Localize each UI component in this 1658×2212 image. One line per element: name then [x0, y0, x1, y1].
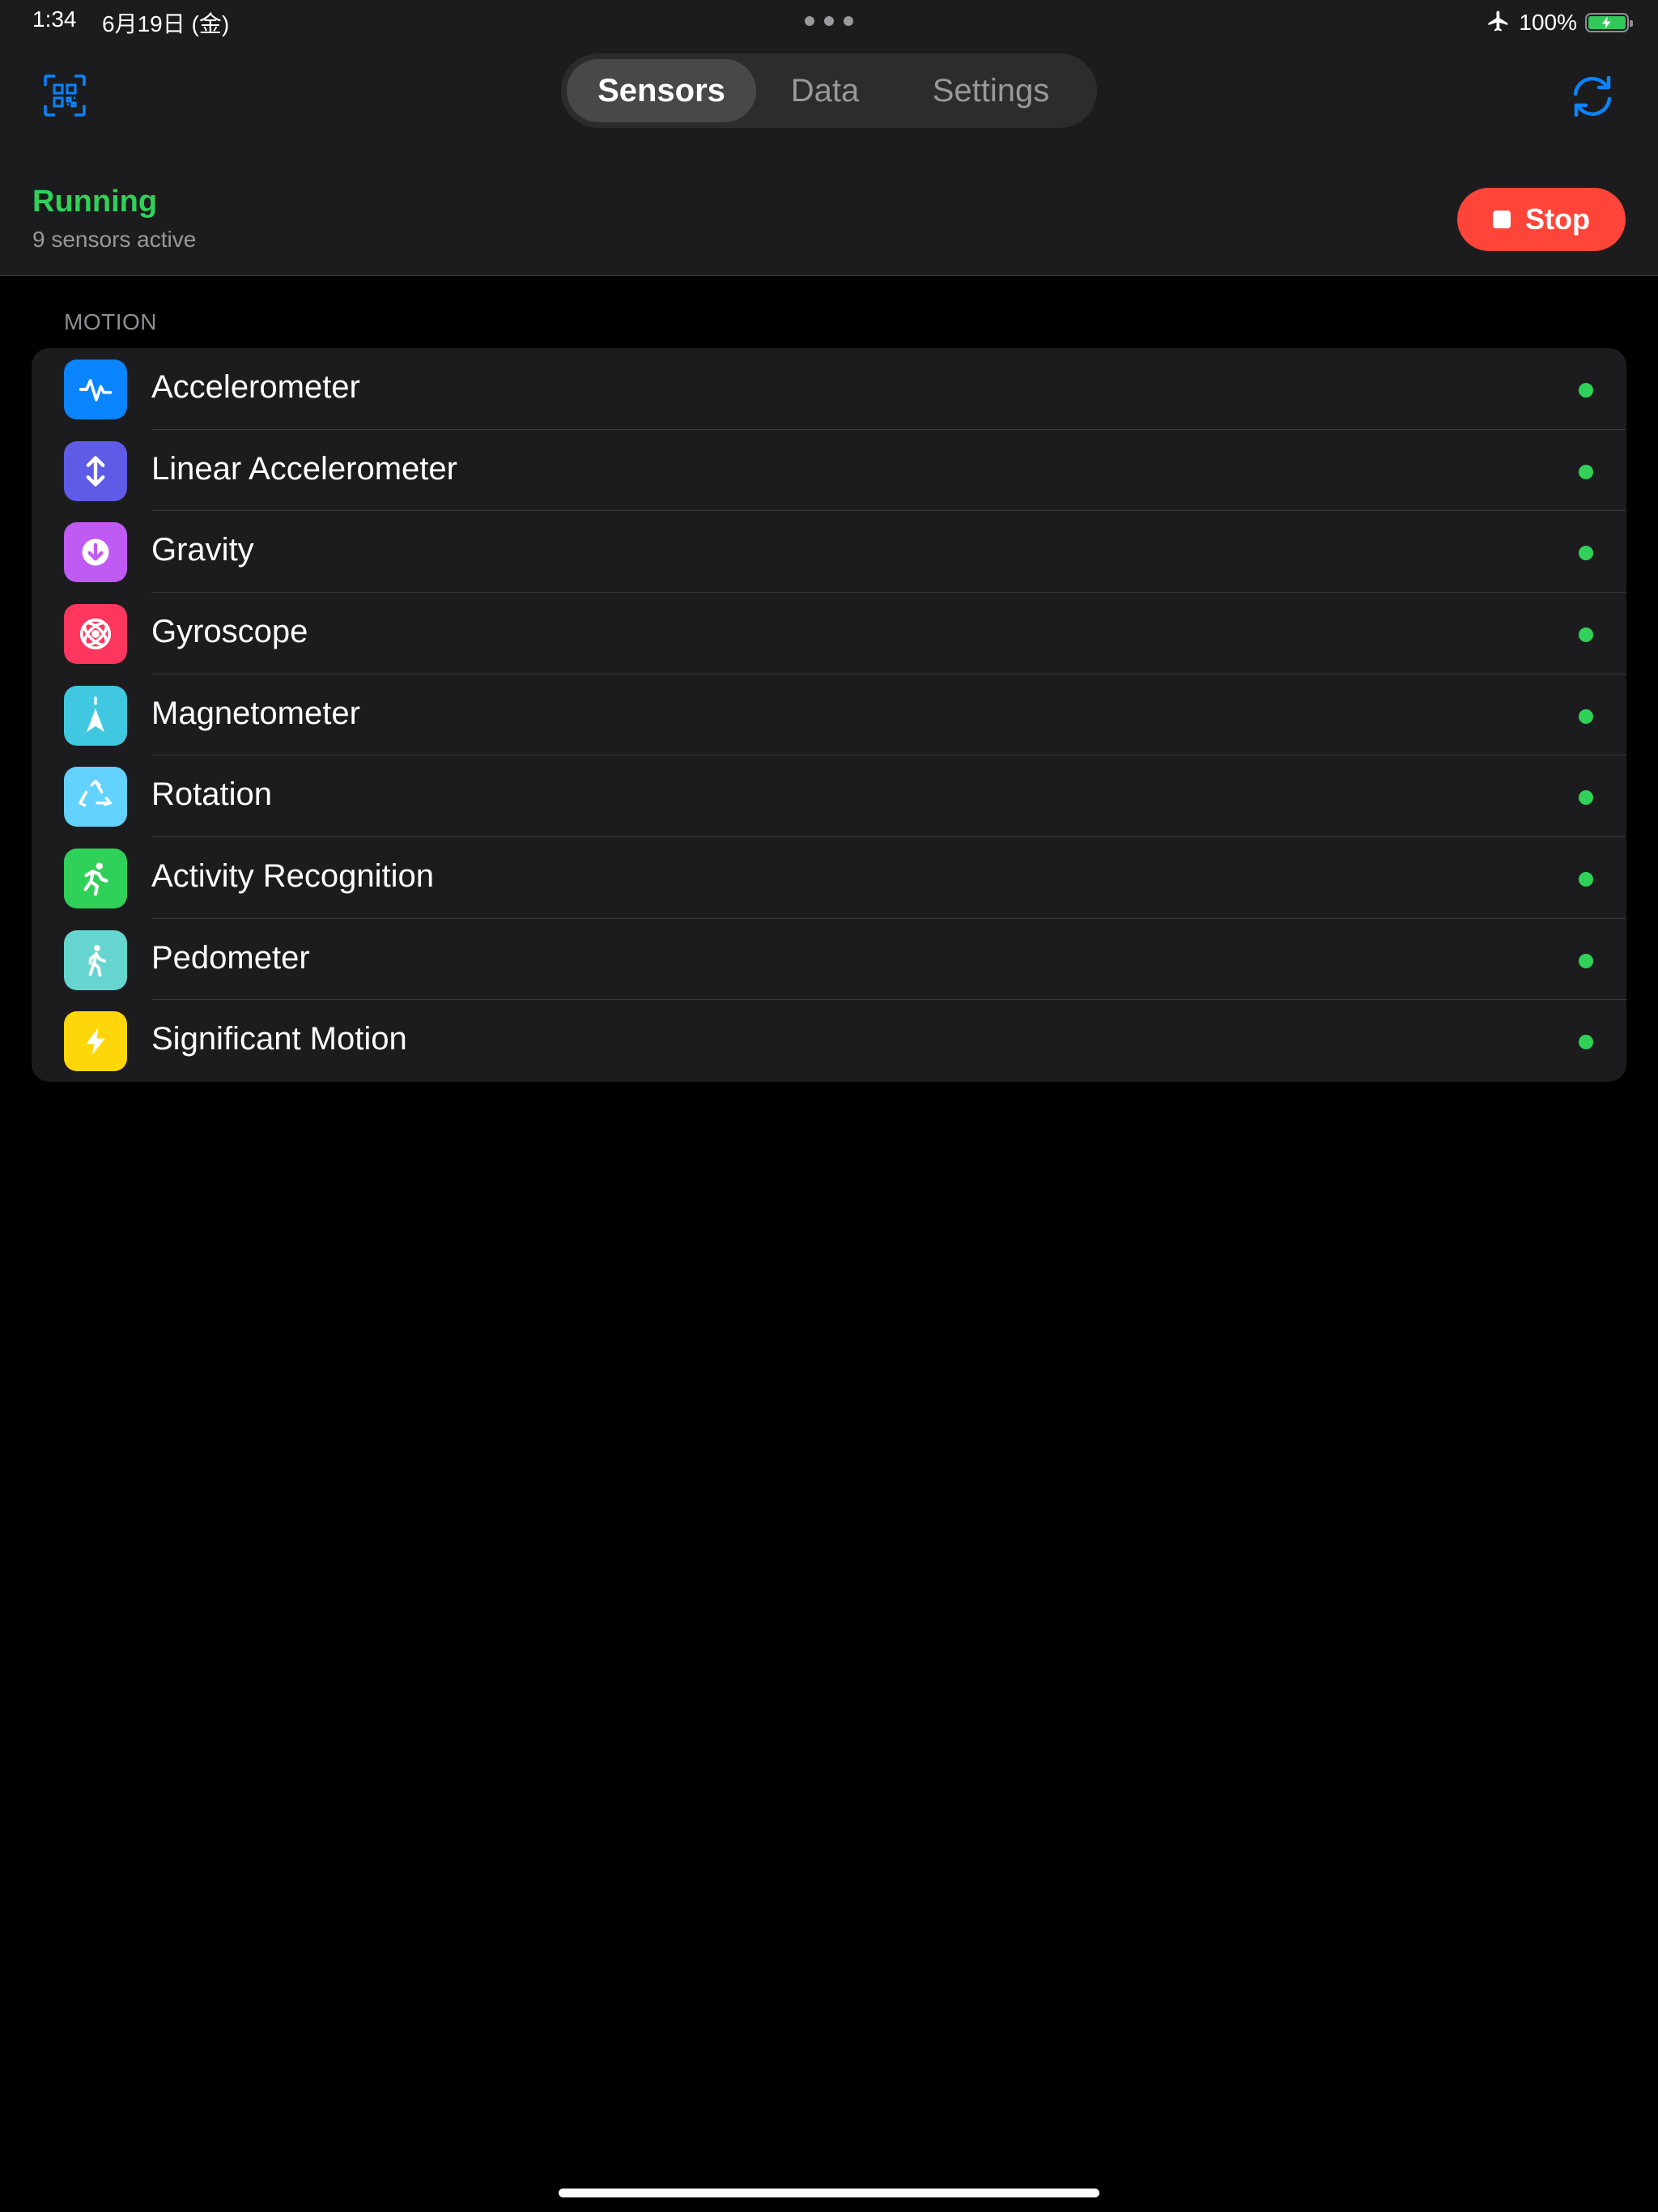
refresh-icon: [1573, 75, 1612, 117]
list-item-pedometer[interactable]: Pedometer: [32, 919, 1626, 1001]
multitasking-dots-icon[interactable]: [805, 16, 853, 28]
battery-percent: 100%: [1519, 10, 1577, 35]
gyroscope-icon: [64, 603, 127, 664]
running-figure-icon: [64, 848, 127, 908]
list-item-linear-accelerometer[interactable]: Linear Accelerometer: [32, 430, 1626, 512]
airplane-mode-icon: [1486, 9, 1511, 37]
qr-scan-button[interactable]: [37, 68, 92, 123]
stop-button-label: Stop: [1525, 202, 1590, 236]
segmented-control: Sensors Data Settings: [561, 53, 1097, 128]
sensor-name: Accelerometer: [151, 369, 360, 405]
list-item-significant-motion[interactable]: Significant Motion: [32, 1000, 1626, 1082]
active-sensor-count: 9 sensors active: [32, 227, 197, 252]
arrow-down-circle-icon: [64, 522, 127, 583]
list-item-magnetometer[interactable]: Magnetometer: [32, 674, 1626, 756]
walking-figure-icon: [64, 929, 127, 990]
refresh-button[interactable]: [1564, 68, 1621, 125]
home-indicator[interactable]: [559, 2189, 1099, 2197]
sensor-name: Pedometer: [151, 939, 310, 976]
active-indicator: [1579, 1035, 1593, 1050]
run-status-label: Running: [32, 185, 158, 219]
sensor-list: Accelerometer Linear Accelerometer Gravi…: [32, 348, 1626, 1082]
section-header-motion: MOTION: [64, 309, 157, 334]
list-item-activity-recognition[interactable]: Activity Recognition: [32, 837, 1626, 919]
sensor-name: Magnetometer: [151, 695, 360, 731]
list-item-gravity[interactable]: Gravity: [32, 511, 1626, 593]
nav-bar: Sensors Data Settings: [0, 45, 1658, 151]
battery-charging-icon: [1585, 13, 1633, 32]
active-indicator: [1579, 383, 1593, 398]
sensor-name: Linear Accelerometer: [151, 450, 457, 487]
sensor-name: Gravity: [151, 532, 254, 568]
status-indicators: 100%: [1486, 6, 1633, 39]
sensor-name: Gyroscope: [151, 613, 308, 649]
up-down-arrows-icon: [64, 440, 127, 501]
status-time: 1:34: [32, 6, 77, 32]
sensor-name: Activity Recognition: [151, 857, 435, 894]
active-indicator: [1579, 871, 1593, 887]
active-indicator: [1579, 708, 1593, 724]
run-status-banner: Running 9 sensors active Stop: [0, 151, 1658, 276]
sensor-name: Significant Motion: [151, 1021, 407, 1057]
active-indicator: [1579, 790, 1593, 806]
status-date: 6月19日 (金): [102, 11, 230, 36]
active-indicator: [1579, 627, 1593, 642]
stop-button[interactable]: Stop: [1457, 188, 1626, 251]
list-item-rotation[interactable]: Rotation: [32, 755, 1626, 837]
list-item-accelerometer[interactable]: Accelerometer: [32, 348, 1626, 430]
status-bar: 1:34 6月19日 (金) 100%: [0, 0, 1658, 45]
active-indicator: [1579, 464, 1593, 479]
compass-arrow-icon: [64, 685, 127, 746]
tab-settings[interactable]: Settings: [894, 59, 1088, 122]
qr-scan-icon: [44, 74, 86, 117]
tab-data[interactable]: Data: [756, 59, 894, 122]
lightning-bolt-icon: [64, 1011, 127, 1072]
list-item-gyroscope[interactable]: Gyroscope: [32, 593, 1626, 674]
rotation-arrows-icon: [64, 767, 127, 827]
waveform-icon: [64, 359, 127, 419]
active-indicator: [1579, 953, 1593, 968]
tab-sensors[interactable]: Sensors: [567, 59, 756, 122]
sensor-name: Rotation: [151, 776, 272, 813]
stop-icon: [1493, 211, 1511, 228]
active-indicator: [1579, 546, 1593, 561]
